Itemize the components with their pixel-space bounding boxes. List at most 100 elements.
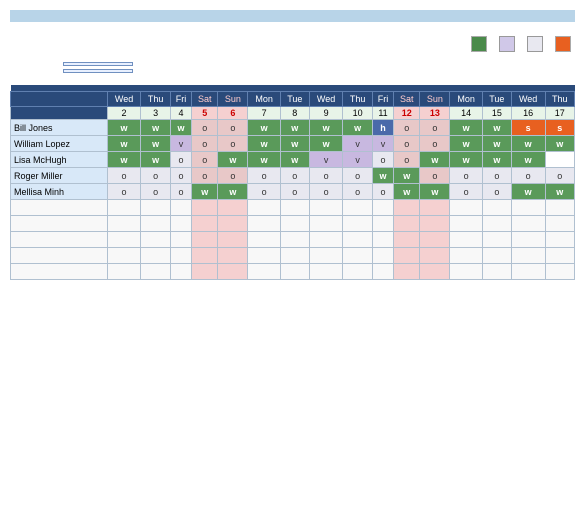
shift-cell-0-2: w [170, 120, 191, 136]
title-bar [10, 10, 575, 22]
employee-name-1: William Lopez [11, 136, 108, 152]
empty-cell-2-1 [141, 232, 170, 248]
legend-sickday [555, 36, 575, 52]
empty-cell-0-0 [107, 200, 141, 216]
work-icon [471, 36, 487, 52]
empty-cell-1-9 [372, 216, 393, 232]
empty-cell-4-15 [545, 264, 574, 280]
empty-cell-0-11 [420, 200, 450, 216]
empty-cell-3-3 [192, 248, 218, 264]
empty-cell-0-10 [394, 200, 420, 216]
date-cell-12: 14 [450, 107, 482, 120]
date-row-empty [11, 107, 108, 120]
year-row [10, 69, 575, 73]
shift-cell-4-3: w [192, 184, 218, 200]
empty-cell-2-2 [170, 232, 191, 248]
empty-cell-1-3 [192, 216, 218, 232]
shift-cell-0-5: w [248, 120, 280, 136]
shift-cell-1-13: w [482, 136, 511, 152]
empty-cell-1-10 [394, 216, 420, 232]
shift-cell-4-1: o [141, 184, 170, 200]
empty-cell-0-3 [192, 200, 218, 216]
day-header-2: Fri [170, 92, 191, 107]
empty-cell-4-3 [192, 264, 218, 280]
shift-cell-2-10: o [394, 152, 420, 168]
shift-cell-2-7: v [309, 152, 343, 168]
shift-cell-1-6: w [280, 136, 309, 152]
empty-cell-2-13 [482, 232, 511, 248]
date-cell-9: 11 [372, 107, 393, 120]
day-header-row: WedThuFriSatSunMonTueWedThuFriSatSunMonT… [11, 92, 575, 107]
empty-cell-0-9 [372, 200, 393, 216]
empty-cell-3-9 [372, 248, 393, 264]
date-cell-11: 13 [420, 107, 450, 120]
shift-cell-2-4: w [218, 152, 248, 168]
empty-cell-0-2 [170, 200, 191, 216]
empty-cell-3-12 [450, 248, 482, 264]
shift-cell-1-14: w [511, 136, 545, 152]
shift-cell-1-4: o [218, 136, 248, 152]
empty-cell-1-11 [420, 216, 450, 232]
shift-cell-4-12: o [450, 184, 482, 200]
shift-cell-3-10: w [394, 168, 420, 184]
day-header-3: Sat [192, 92, 218, 107]
shift-cell-1-8: v [343, 136, 372, 152]
empty-cell-2-3 [192, 232, 218, 248]
shift-cell-4-5: o [248, 184, 280, 200]
shift-cell-3-8: o [343, 168, 372, 184]
empty-cell-4-5 [248, 264, 280, 280]
shift-cell-4-10: w [394, 184, 420, 200]
empty-cell-0-13 [482, 200, 511, 216]
empty-cell-3-5 [248, 248, 280, 264]
date-cell-1: 3 [141, 107, 170, 120]
table-row [11, 264, 575, 280]
shift-cell-2-3: o [192, 152, 218, 168]
info-section [10, 62, 575, 73]
table-row: William Lopezwwvoowwwvvoowwww [11, 136, 575, 152]
year-value[interactable] [63, 69, 133, 73]
shift-cell-2-9: o [372, 152, 393, 168]
legend [471, 36, 575, 52]
empty-cell-0-15 [545, 200, 574, 216]
shift-cell-1-9: v [372, 136, 393, 152]
month-value[interactable] [63, 62, 133, 66]
empty-cell-1-6 [280, 216, 309, 232]
legend-work [471, 36, 491, 52]
shift-cell-2-5: w [248, 152, 280, 168]
empty-cell-3-6 [280, 248, 309, 264]
empty-cell-0-7 [309, 200, 343, 216]
shift-cell-1-15: w [545, 136, 574, 152]
shift-cell-1-3: o [192, 136, 218, 152]
shift-cell-0-4: o [218, 120, 248, 136]
shift-cell-3-12: o [450, 168, 482, 184]
empty-cell-2-7 [309, 232, 343, 248]
empty-cell-4-11 [420, 264, 450, 280]
shift-cell-2-14: w [511, 152, 545, 168]
shift-cell-2-8: v [343, 152, 372, 168]
shift-cell-3-14: o [511, 168, 545, 184]
empty-cell-3-11 [420, 248, 450, 264]
empty-cell-2-8 [343, 232, 372, 248]
table-row [11, 232, 575, 248]
employee-name-3: Roger Miller [11, 168, 108, 184]
empty-cell-3-10 [394, 248, 420, 264]
date-cell-5: 7 [248, 107, 280, 120]
dayoff-icon [527, 36, 543, 52]
shift-cell-4-9: o [372, 184, 393, 200]
shift-cell-1-0: w [107, 136, 141, 152]
empty-name-4 [11, 264, 108, 280]
shift-cell-2-12: w [450, 152, 482, 168]
date-cell-2: 4 [170, 107, 191, 120]
empty-cell-0-6 [280, 200, 309, 216]
day-header-10: Sat [394, 92, 420, 107]
table-row: Bill Joneswwwoowwwwhoowwss [11, 120, 575, 136]
empty-cell-2-14 [511, 232, 545, 248]
table-row: Mellisa Minhooowwooooowwooww [11, 184, 575, 200]
shift-cell-3-1: o [141, 168, 170, 184]
empty-cell-4-10 [394, 264, 420, 280]
shift-cell-4-8: o [343, 184, 372, 200]
shift-cell-0-9: h [372, 120, 393, 136]
shift-cell-3-0: o [107, 168, 141, 184]
shift-cell-0-15: s [545, 120, 574, 136]
shift-cell-2-15 [545, 152, 574, 168]
